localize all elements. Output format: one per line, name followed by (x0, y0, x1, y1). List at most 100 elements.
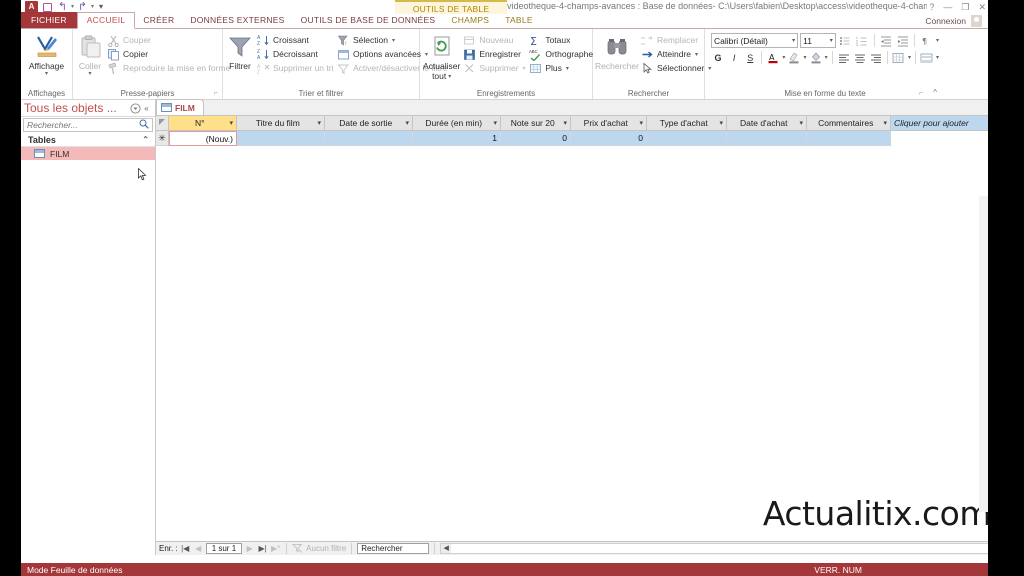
previous-record-icon[interactable]: ◀ (193, 544, 204, 553)
chevron-down-circle-icon[interactable] (130, 102, 141, 114)
column-header-duree[interactable]: Durée (en min) ▾ (413, 116, 501, 131)
supprimer-tri-button[interactable]: A Z Supprimer un tri (254, 61, 334, 75)
font-name-chevron-down-icon[interactable]: ▾ (792, 37, 795, 44)
chevron-down-icon[interactable]: ▾ (717, 119, 723, 127)
font-name-select[interactable]: Calibri (Détail) ▾ (711, 33, 799, 48)
next-record-icon[interactable]: ▶ (244, 544, 255, 553)
fill-color-dropdown-icon[interactable]: ▾ (825, 54, 828, 61)
alternate-fill-dropdown-icon[interactable]: ▾ (936, 54, 939, 61)
first-record-icon[interactable]: |◀ (180, 544, 191, 553)
nouveau-button[interactable]: Nouveau (460, 33, 526, 47)
align-right-icon[interactable] (869, 50, 883, 65)
cell-numero[interactable]: (Nouv.) (169, 131, 237, 146)
supprimer-button[interactable]: Supprimer ▾ (460, 61, 526, 75)
help-icon[interactable]: ? (929, 2, 934, 12)
search-input[interactable] (27, 120, 139, 130)
chevron-down-icon[interactable]: ▾ (881, 119, 887, 127)
tab-outils-base-de-donnees[interactable]: OUTILS DE BASE DE DONNÉES (293, 13, 444, 28)
tab-accueil[interactable]: ACCUEIL (76, 12, 136, 29)
align-center-icon[interactable] (853, 50, 867, 65)
new-record-selector-icon[interactable]: ✳ (156, 131, 169, 146)
rechercher-button[interactable]: Rechercher (595, 31, 639, 71)
croissant-button[interactable]: A Z Croissant (254, 33, 334, 47)
column-header-note-sur-20[interactable]: Note sur 20 ▾ (501, 116, 571, 131)
tab-donnees-externes[interactable]: DONNÉES EXTERNES (182, 13, 292, 28)
couper-button[interactable]: Couper (104, 33, 233, 47)
cell-prix-d-achat[interactable]: 0 (571, 131, 647, 146)
filtrer-button[interactable]: Filtrer (226, 31, 254, 71)
column-header-prix-d-achat[interactable]: Prix d'achat ▾ (571, 116, 647, 131)
atteindre-dropdown-icon[interactable]: ▾ (695, 51, 698, 58)
tab-table[interactable]: TABLE (497, 13, 541, 28)
rtl-icon[interactable]: ¶ (919, 33, 934, 48)
column-header-commentaires[interactable]: Commentaires ▾ (807, 116, 891, 131)
presse-papiers-dialog-launcher-icon[interactable]: ⌐ (214, 88, 218, 99)
document-tab-film[interactable]: FILM (156, 99, 204, 115)
chevron-down-icon[interactable]: ▾ (637, 119, 643, 127)
cell-commentaires[interactable] (807, 131, 891, 146)
column-header-type-d-achat[interactable]: Type d'achat ▾ (647, 116, 727, 131)
cell-note-sur-20[interactable]: 0 (501, 131, 571, 146)
numbering-icon[interactable]: 123 (855, 33, 870, 48)
affichage-dropdown-icon[interactable]: ▾ (45, 71, 48, 77)
italic-button[interactable]: I (727, 50, 741, 65)
sidebar-item-film[interactable]: FILM (21, 147, 155, 160)
cell-date-d-achat[interactable] (727, 131, 807, 146)
collapse-ribbon-icon[interactable]: ^ (933, 87, 937, 98)
enregistrer-button[interactable]: Enregistrer (460, 47, 526, 61)
plus-button[interactable]: Plus ▾ (526, 61, 596, 75)
font-color-icon[interactable]: A (766, 50, 780, 65)
column-header-add-new-field[interactable]: Cliquer pour ajouter (891, 116, 988, 131)
coller-dropdown-icon[interactable]: ▾ (88, 71, 91, 77)
tab-champs[interactable]: CHAMPS (443, 13, 497, 28)
chevron-down-icon[interactable]: ▾ (315, 119, 321, 127)
filter-status[interactable]: Aucun filtre (291, 543, 346, 555)
table-row[interactable]: ✳ (Nouv.) 1 0 0 (156, 131, 988, 146)
actualiser-tout-button[interactable]: Actualiser tout ▾ (423, 31, 460, 81)
align-left-icon[interactable] (837, 50, 851, 65)
column-header-numero[interactable]: N° ▾ (169, 116, 237, 131)
chevron-down-icon[interactable]: ▾ (561, 119, 567, 127)
restore-icon[interactable]: ❐ (961, 2, 969, 13)
record-position-input[interactable]: 1 sur 1 (205, 543, 243, 554)
rtl-dropdown-icon[interactable]: ▾ (936, 37, 939, 44)
last-record-icon[interactable]: ▶| (257, 544, 268, 553)
coller-button[interactable]: Coller ▾ (76, 31, 104, 77)
chevron-down-icon[interactable]: ▾ (797, 119, 803, 127)
copier-button[interactable]: Copier (104, 47, 233, 61)
cell-type-d-achat[interactable] (647, 131, 727, 146)
tab-creer[interactable]: CRÉER (135, 13, 182, 28)
gridlines-icon[interactable] (892, 50, 906, 65)
tab-fichier[interactable]: FICHIER (21, 12, 77, 28)
font-size-chevron-down-icon[interactable]: ▾ (830, 37, 833, 44)
highlight-icon[interactable] (787, 50, 801, 65)
gridlines-dropdown-icon[interactable]: ▾ (908, 54, 911, 61)
navigation-search-box[interactable] (23, 118, 153, 132)
affichage-button[interactable]: Affichage ▾ (25, 31, 69, 77)
decroissant-button[interactable]: Z A Décroissant (254, 47, 334, 61)
alternate-fill-icon[interactable] (920, 50, 934, 65)
account-avatar-icon[interactable] (971, 15, 982, 27)
horizontal-scrollbar[interactable]: ◀ (440, 543, 988, 554)
highlight-dropdown-icon[interactable]: ▾ (804, 54, 807, 61)
column-header-date-de-sortie[interactable]: Date de sortie ▾ (325, 116, 413, 131)
selection-dropdown-icon[interactable]: ▾ (392, 37, 395, 44)
orthographe-button[interactable]: ABC Orthographe (526, 47, 596, 61)
fill-color-icon[interactable] (809, 50, 823, 65)
bold-button[interactable]: G (711, 50, 725, 65)
search-icon[interactable] (139, 119, 149, 132)
close-icon[interactable]: ✕ (978, 2, 986, 13)
vertical-scrollbar[interactable] (979, 196, 988, 512)
datasheet-search-input[interactable]: Rechercher (357, 543, 430, 554)
scroll-left-icon[interactable]: ◀ (441, 544, 452, 553)
chevron-down-icon[interactable]: ▾ (491, 119, 497, 127)
connexion-label[interactable]: Connexion (925, 16, 966, 26)
supprimer-dropdown-icon[interactable]: ▾ (523, 65, 526, 72)
select-all-corner[interactable] (156, 116, 169, 131)
reproduire-mise-en-forme-button[interactable]: Reproduire la mise en forme (104, 61, 233, 75)
actualiser-tout-dropdown-icon[interactable]: ▾ (448, 74, 451, 80)
bullets-icon[interactable] (838, 33, 853, 48)
font-size-select[interactable]: 11 ▾ (800, 33, 836, 48)
cell-date-de-sortie[interactable] (325, 131, 413, 146)
outdent-icon[interactable] (878, 33, 893, 48)
